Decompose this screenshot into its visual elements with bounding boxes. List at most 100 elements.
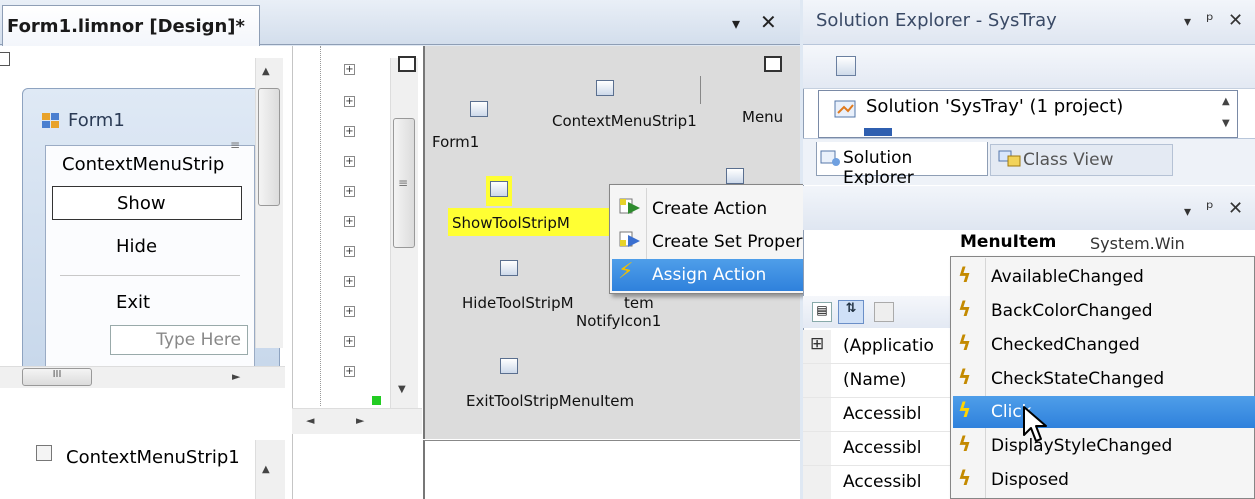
event-disposed[interactable]: Disposed xyxy=(953,464,1255,496)
window-position-dropdown-icon[interactable]: ▾ xyxy=(732,14,740,33)
tray-lower-area xyxy=(423,440,800,499)
tree-expand-icon[interactable]: + xyxy=(344,156,355,167)
menu-item-hide[interactable]: Hide xyxy=(52,230,242,264)
selected-object-name[interactable]: MenuItem xyxy=(960,232,1056,252)
event-bolt-icon: ϟ xyxy=(958,365,972,389)
tray-menu[interactable]: Menu xyxy=(742,108,783,126)
tree-expand-icon[interactable]: + xyxy=(344,276,355,287)
tray-hide-tool-strip-menu-item[interactable]: HideToolStripM xyxy=(462,294,574,312)
pin-icon[interactable]: ᵖ xyxy=(1206,198,1214,219)
close-icon[interactable]: ✕ xyxy=(1228,198,1243,219)
close-icon[interactable]: ✕ xyxy=(1228,10,1243,31)
mouse-cursor-icon xyxy=(1023,406,1047,442)
tree-expand-icon[interactable]: + xyxy=(344,306,355,317)
event-bolt-icon: ϟ xyxy=(958,263,972,287)
tree-expand-icon[interactable]: + xyxy=(344,64,355,75)
menu-item-show[interactable]: Show xyxy=(52,186,242,220)
tree-expand-icon[interactable]: + xyxy=(344,246,355,257)
event-click[interactable]: Click xyxy=(953,396,1255,428)
tray-item-context-menu-strip1[interactable]: ContextMenuStrip1 xyxy=(66,447,240,468)
window-position-dropdown-icon[interactable]: ▾ xyxy=(1184,14,1191,30)
pane-corner-handle xyxy=(0,52,10,66)
grip-icon: ≡ xyxy=(230,138,241,152)
tray-notify-icon1[interactable]: NotifyIcon1 xyxy=(576,312,661,330)
event-back-color-changed[interactable]: BackColorChanged xyxy=(953,295,1255,327)
event-bolt-icon: ϟ xyxy=(958,466,972,490)
event-display-style-changed[interactable]: DisplayStyleChanged xyxy=(953,430,1255,462)
tab-form1-design[interactable]: Form1.limnor [Design]* xyxy=(2,5,260,46)
solution-explorer-title: Solution Explorer - SysTray xyxy=(816,10,1057,31)
event-bolt-icon: ϟ xyxy=(958,331,972,355)
form-icon xyxy=(42,113,59,128)
status-indicator-icon xyxy=(372,396,381,405)
assign-action-bolt-icon: ⚡ xyxy=(618,259,634,284)
horizontal-scroll-thumb[interactable]: III xyxy=(22,368,92,386)
properties-icon[interactable] xyxy=(836,56,856,76)
tray-show-tool-strip-menu-item[interactable]: ShowToolStripM xyxy=(452,214,570,232)
solution-explorer-toolbar xyxy=(803,45,1255,89)
tree-expand-icon[interactable]: + xyxy=(344,216,355,227)
tray-context-menu-strip1[interactable]: ContextMenuStrip1 xyxy=(552,112,697,130)
tray-form1[interactable]: Form1 xyxy=(432,133,479,151)
scroll-up-arrow-icon[interactable]: ▲ xyxy=(262,66,270,77)
form-title: Form1 xyxy=(68,110,125,131)
tree-expand-icon[interactable]: + xyxy=(344,96,355,107)
tree-expand-icon[interactable]: + xyxy=(344,336,355,347)
context-menu-component-icon xyxy=(596,80,614,96)
property-row-accessible[interactable]: Accessibl xyxy=(803,466,951,499)
property-row-accessible[interactable]: Accessibl xyxy=(803,432,951,466)
menu-item-component-icon xyxy=(500,358,518,374)
create-set-property-action-icon xyxy=(619,231,640,247)
event-bolt-icon: ϟ xyxy=(958,432,972,456)
solution-explorer-tab-icon xyxy=(820,150,840,166)
menu-item-component-icon xyxy=(726,168,744,184)
property-pages-icon[interactable] xyxy=(874,302,894,322)
menu-item-exit[interactable]: Exit xyxy=(52,286,242,320)
menu-item-component-icon xyxy=(500,260,518,276)
tree-expand-icon[interactable]: + xyxy=(344,366,355,377)
scroll-down-arrow-icon[interactable]: ▼ xyxy=(398,384,406,395)
type-here-input[interactable]: Type Here xyxy=(110,325,248,355)
tree-expand-icon[interactable]: + xyxy=(344,126,355,137)
menu-separator xyxy=(60,275,240,276)
create-action-icon xyxy=(619,198,640,214)
maximize-icon[interactable] xyxy=(764,56,782,72)
property-row-name[interactable]: (Name) xyxy=(803,364,951,398)
scroll-right-arrow-icon[interactable]: ► xyxy=(232,370,240,383)
tree-expand-icon[interactable]: + xyxy=(344,186,355,197)
solution-icon xyxy=(834,100,856,118)
tray-tem[interactable]: tem xyxy=(624,294,654,312)
scroll-thumb[interactable] xyxy=(258,88,280,206)
property-row-application[interactable]: (Applicatio xyxy=(803,330,951,364)
context-menu-strip-caption[interactable]: ContextMenuStrip xyxy=(62,154,224,175)
form-component-icon xyxy=(470,101,488,117)
event-bolt-icon: ϟ xyxy=(958,398,972,422)
scroll-up-arrow-icon[interactable]: ▲ xyxy=(1222,96,1230,107)
grip-icon: ≡ xyxy=(398,176,409,190)
project-node-icon xyxy=(864,128,892,136)
class-view-tab-icon xyxy=(998,150,1021,167)
solution-node[interactable]: Solution 'SysTray' (1 project) xyxy=(866,96,1123,117)
selected-object-type: System.Win xyxy=(1090,234,1185,253)
close-document-icon[interactable]: ✕ xyxy=(760,10,777,34)
event-checked-changed[interactable]: CheckedChanged xyxy=(953,329,1255,361)
event-bolt-icon: ϟ xyxy=(958,297,972,321)
scroll-left-arrow-icon[interactable]: ◄ xyxy=(306,414,314,427)
pin-icon[interactable]: ᵖ xyxy=(1206,10,1214,31)
property-row-accessible[interactable]: Accessibl xyxy=(803,398,951,432)
event-check-state-changed[interactable]: CheckStateChanged xyxy=(953,363,1255,395)
window-position-dropdown-icon[interactable]: ▾ xyxy=(1184,204,1191,220)
scroll-down-arrow-icon[interactable]: ▼ xyxy=(1222,118,1230,129)
scroll-right-arrow-icon[interactable]: ► xyxy=(356,414,364,427)
categorized-icon[interactable]: ▤ xyxy=(812,302,832,322)
menu-item-component-icon xyxy=(490,181,508,197)
tray-exit-tool-strip-menu-item[interactable]: ExitToolStripMenuItem xyxy=(466,392,634,410)
event-available-changed[interactable]: AvailableChanged xyxy=(953,261,1255,293)
maximize-icon[interactable] xyxy=(398,56,416,72)
context-menu-strip-icon xyxy=(36,445,52,461)
alphabetical-sort-icon[interactable]: ⇅ xyxy=(838,300,864,324)
divider xyxy=(700,76,701,104)
scroll-up-arrow-icon[interactable]: ▲ xyxy=(262,464,270,475)
tray-scrollbar[interactable] xyxy=(255,440,285,499)
tree-line xyxy=(320,46,321,406)
